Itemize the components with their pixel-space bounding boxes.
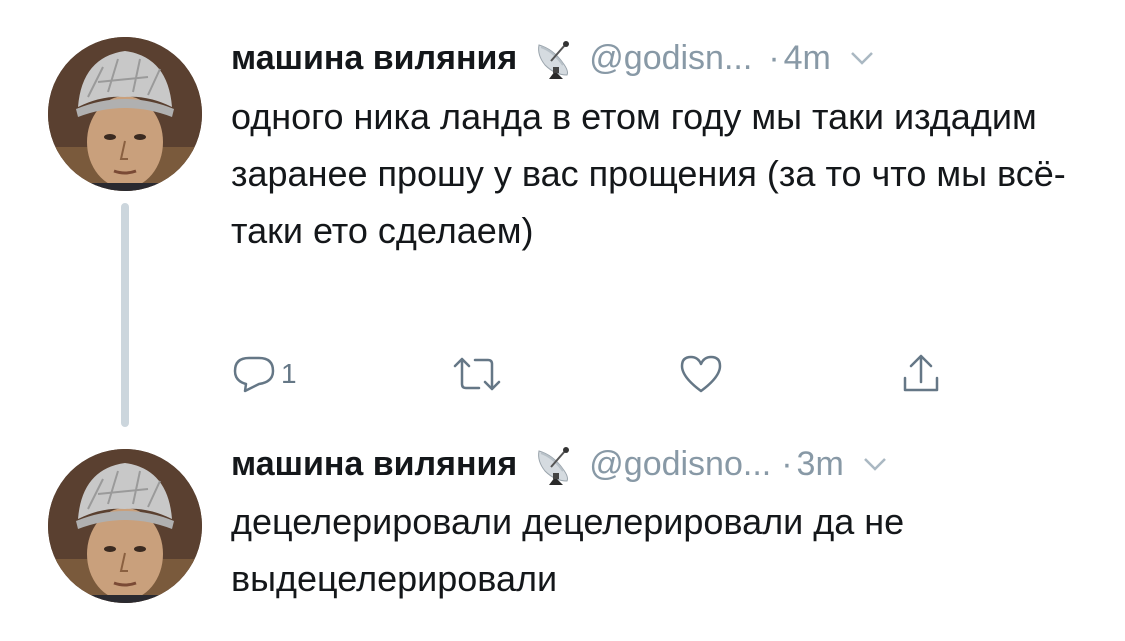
thread-line <box>121 203 129 427</box>
avatar[interactable] <box>48 449 202 603</box>
display-name[interactable]: машина виляния <box>231 445 517 484</box>
timestamp[interactable]: 4m <box>784 39 831 78</box>
share-icon <box>899 352 943 396</box>
tweet-2[interactable]: машина виляния @godisno... · 3m децелери… <box>0 440 1125 641</box>
satellite-antenna-icon <box>533 441 579 487</box>
retweet-icon <box>451 354 503 394</box>
reply-count: 1 <box>281 358 297 389</box>
chevron-down-icon[interactable] <box>849 48 875 68</box>
tweet-1[interactable]: машина виляния @godisn... · 4m одного ни… <box>0 0 1125 440</box>
avatar-portrait <box>48 449 202 603</box>
like-button[interactable] <box>678 352 724 396</box>
tweet-header: машина виляния @godisno... · 3m <box>231 440 888 488</box>
retweet-button[interactable] <box>451 352 503 396</box>
tweet-header: машина виляния @godisn... · 4m <box>231 34 875 82</box>
timestamp[interactable]: 3m <box>797 445 844 484</box>
tweet-text: децелерировали децелерировали да не выде… <box>231 501 905 599</box>
avatar[interactable] <box>48 37 202 191</box>
separator-dot: · <box>781 444 793 483</box>
avatar-portrait <box>48 37 202 191</box>
separator-dot: · <box>768 38 780 77</box>
user-handle[interactable]: @godisn... <box>589 39 752 78</box>
satellite-antenna-icon <box>533 35 579 81</box>
display-name[interactable]: машина виляния <box>231 39 517 78</box>
heart-icon <box>678 353 724 395</box>
chevron-down-icon[interactable] <box>862 454 888 474</box>
tweet-text: одного ника ланда в етом году мы таки из… <box>231 96 1066 251</box>
reply-button[interactable]: 1 <box>231 352 297 396</box>
reply-icon <box>231 354 277 394</box>
user-handle[interactable]: @godisno... <box>589 445 771 484</box>
tweet-actions: 1 <box>231 352 991 396</box>
share-button[interactable] <box>899 352 943 396</box>
